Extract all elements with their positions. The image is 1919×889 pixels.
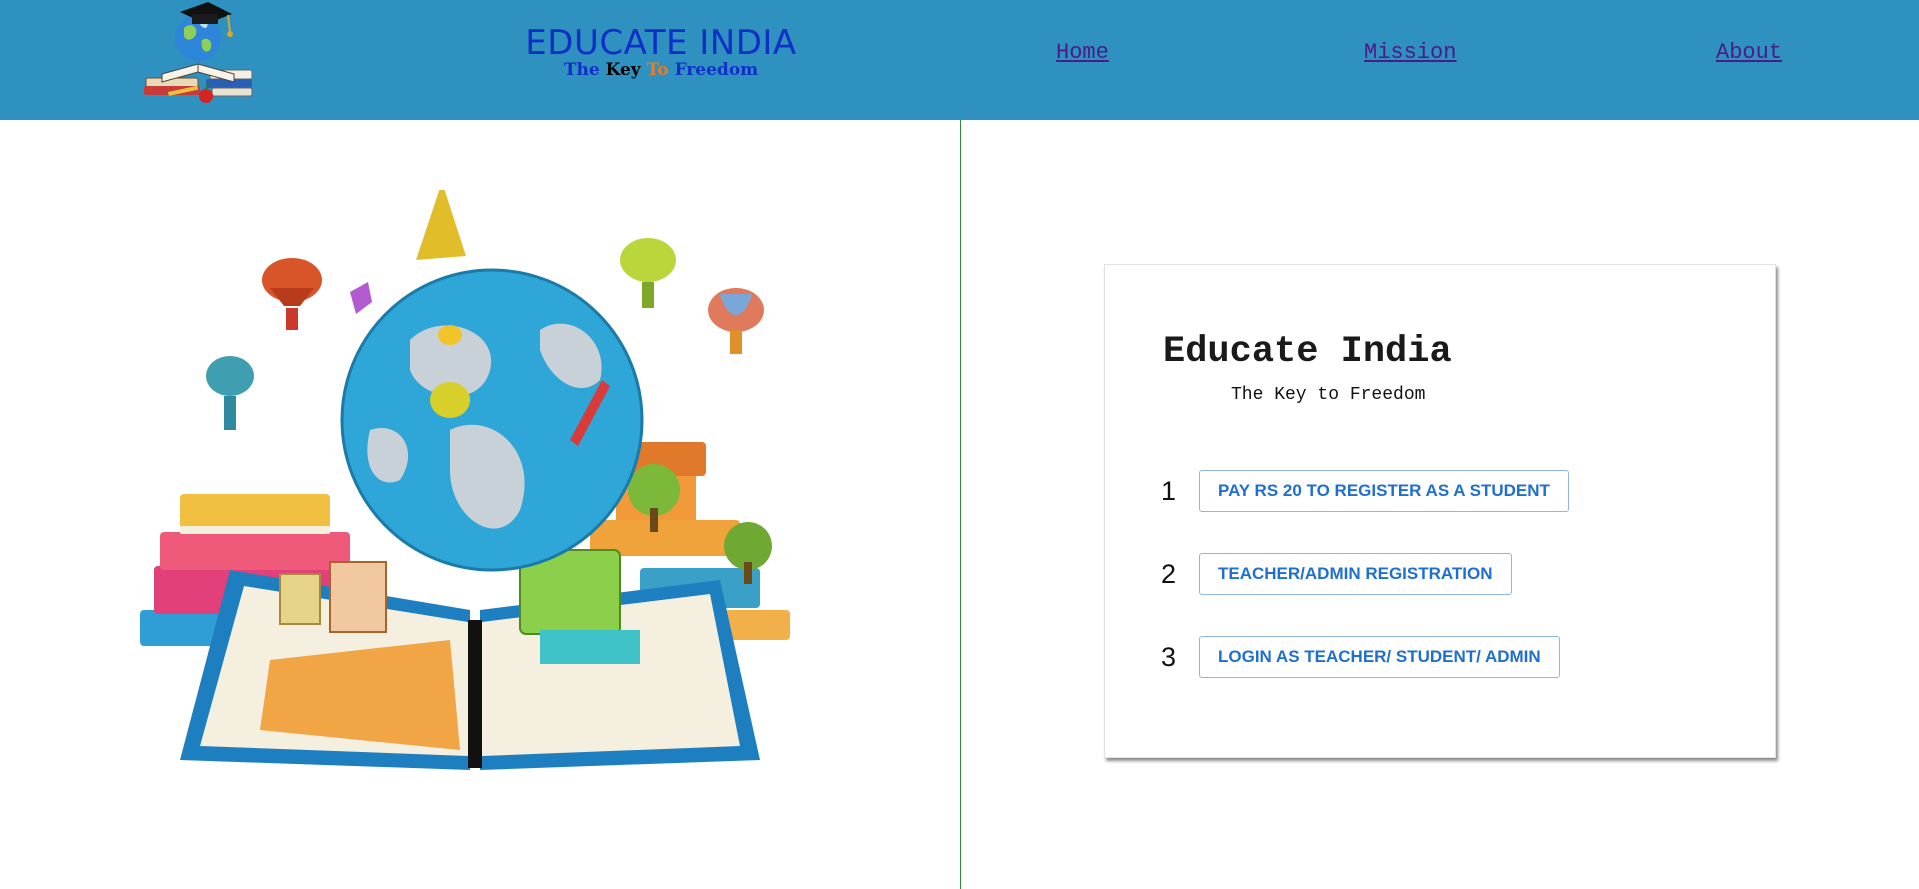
card-title: Educate India — [1163, 331, 1452, 373]
tagline-word-freedom: Freedom — [674, 60, 759, 80]
globe-icon — [340, 182, 644, 572]
balloon-green-icon — [620, 238, 676, 308]
step-row-1: 1 PAY RS 20 TO REGISTER AS A STUDENT — [1161, 470, 1569, 512]
open-book-icon — [180, 570, 760, 770]
balloon-red-icon — [262, 258, 322, 330]
balloon-striped-icon — [708, 288, 764, 354]
header-bar: EDUCATE INDIA The Key To Freedom Home Mi… — [0, 0, 1919, 120]
card-subtitle: The Key to Freedom — [1231, 385, 1426, 405]
step-number: 2 — [1161, 558, 1177, 589]
hero-illustration — [120, 182, 840, 790]
logo-icon[interactable] — [140, 0, 258, 112]
step-row-3: 3 LOGIN AS TEACHER/ STUDENT/ ADMIN — [1161, 636, 1560, 678]
balloon-teal-icon — [206, 356, 254, 430]
brand: EDUCATE INDIA The Key To Freedom — [516, 24, 806, 80]
tagline-word-the: The — [563, 60, 600, 80]
balloon-purple-icon — [350, 282, 372, 314]
brand-title: EDUCATE INDIA — [525, 23, 797, 63]
vertical-divider — [960, 120, 961, 889]
tagline-word-key: Key — [605, 60, 641, 80]
nav-home-link[interactable]: Home — [1056, 40, 1109, 65]
teacher-admin-registration-button[interactable]: TEACHER/ADMIN REGISTRATION — [1199, 553, 1512, 595]
nav-mission-link[interactable]: Mission — [1364, 40, 1456, 65]
step-number: 1 — [1161, 475, 1177, 506]
step-number: 3 — [1161, 641, 1177, 672]
tagline-word-to: To — [646, 60, 669, 80]
register-student-button[interactable]: PAY RS 20 TO REGISTER AS A STUDENT — [1199, 470, 1569, 512]
nav-about-link[interactable]: About — [1716, 40, 1782, 65]
step-row-2: 2 TEACHER/ADMIN REGISTRATION — [1161, 553, 1512, 595]
login-button[interactable]: LOGIN AS TEACHER/ STUDENT/ ADMIN — [1199, 636, 1560, 678]
brand-tagline: The Key To Freedom — [516, 60, 806, 80]
registration-card: Educate India The Key to Freedom 1 PAY R… — [1104, 264, 1776, 758]
